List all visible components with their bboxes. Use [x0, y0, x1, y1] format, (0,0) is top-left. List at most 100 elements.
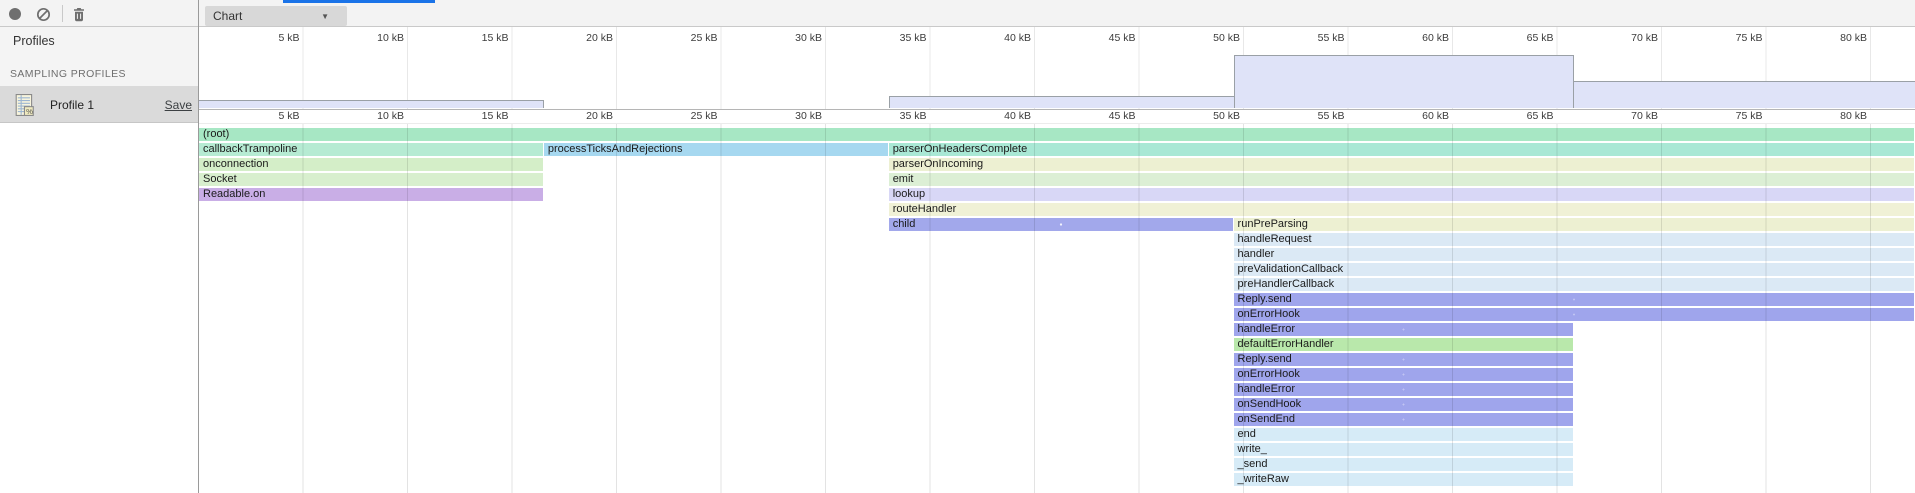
- flame-bar[interactable]: Readable.on: [199, 188, 543, 201]
- flame-bar-label: write_: [1238, 443, 1267, 455]
- flame-bar-label: preValidationCallback: [1238, 263, 1344, 275]
- flame-bar-label: handleError: [1238, 323, 1295, 335]
- svg-text:%: %: [26, 107, 33, 116]
- flame-bar[interactable]: Socket: [199, 173, 543, 186]
- profile-icon: %: [14, 94, 36, 116]
- flame-bar[interactable]: onErrorHook: [1234, 368, 1574, 381]
- flame-chart: (root) callbackTrampoline processTicksAndR…: [199, 124, 1915, 493]
- ruler-tick-label: 40 kB: [975, 32, 1031, 44]
- flame-bar-label: _writeRaw: [1238, 473, 1289, 485]
- ruler-tick-label: 30 kB: [766, 110, 822, 122]
- record-icon: [9, 8, 21, 20]
- flame-bar-label: lookup: [893, 188, 925, 200]
- ruler-tick-label: 65 kB: [1498, 110, 1554, 122]
- delete-profile-button[interactable]: [70, 5, 88, 23]
- flame-bar[interactable]: onErrorHook: [1234, 308, 1914, 321]
- trash-icon: [72, 7, 86, 22]
- ruler-tick-label: 55 kB: [1289, 32, 1345, 44]
- ruler-tick-label: 60 kB: [1393, 32, 1449, 44]
- flame-bar-label: Reply.send: [1238, 353, 1292, 365]
- ruler-tick-label: 20 kB: [557, 32, 613, 44]
- sampling-profiles-section-label: SAMPLING PROFILES: [10, 68, 126, 80]
- ruler-tick-label: 65 kB: [1498, 32, 1554, 44]
- flame-bar-label: child: [893, 218, 916, 230]
- ruler-tick-label: 70 kB: [1602, 32, 1658, 44]
- ruler-tick-label: 75 kB: [1707, 110, 1763, 122]
- memory-panel: Chart ▼ Profiles SAMPLING PROFILES % Pro…: [0, 0, 1915, 493]
- ruler-tick-label: 45 kB: [1080, 110, 1136, 122]
- profiles-sidebar: Profiles SAMPLING PROFILES % Profile 1 S…: [0, 27, 198, 493]
- flame-bar-label: end: [1238, 428, 1256, 440]
- flame-bar[interactable]: handleError: [1234, 323, 1574, 336]
- flame-bar[interactable]: defaultErrorHandler: [1234, 338, 1574, 351]
- flame-bar[interactable]: onconnection: [199, 158, 543, 171]
- sidebar-title: Profiles: [13, 34, 55, 48]
- flame-bar[interactable]: (root): [199, 128, 1914, 141]
- toolbar-separator: [62, 5, 63, 22]
- flame-bar[interactable]: end: [1234, 428, 1574, 441]
- ruler-tick-label: 60 kB: [1393, 110, 1449, 122]
- flame-bar-label: Readable.on: [203, 188, 265, 200]
- flame-bar[interactable]: preHandlerCallback: [1234, 278, 1914, 291]
- flame-bar[interactable]: onSendEnd: [1234, 413, 1574, 426]
- flame-bar[interactable]: routeHandler: [889, 203, 1914, 216]
- record-button[interactable]: [6, 5, 24, 23]
- ruler-tick-label: 40 kB: [975, 110, 1031, 122]
- active-tab-indicator: [283, 0, 435, 3]
- flame-bar-label: (root): [203, 128, 229, 140]
- allocation-overview[interactable]: 5 kB10 kB15 kB20 kB25 kB30 kB35 kB40 kB4…: [199, 27, 1915, 110]
- flame-bar[interactable]: processTicksAndRejections: [544, 143, 888, 156]
- ruler-tick-label: 35 kB: [871, 32, 927, 44]
- pane-divider[interactable]: [198, 0, 199, 493]
- flame-bar-label: _send: [1238, 458, 1268, 470]
- flame-bar-label: emit: [893, 173, 914, 185]
- flame-bar-label: onErrorHook: [1238, 308, 1300, 320]
- flame-bar-label: onconnection: [203, 158, 268, 170]
- flame-bar-label: parserOnIncoming: [893, 158, 984, 170]
- overview-area-segment: [889, 96, 1234, 108]
- flame-bar[interactable]: handleRequest: [1234, 233, 1914, 246]
- ruler-tick-label: 15 kB: [453, 110, 509, 122]
- sidebar-item-profile-1[interactable]: % Profile 1 Save: [0, 86, 198, 123]
- overview-area-segment: [1574, 81, 1915, 108]
- flame-bar[interactable]: runPreParsing: [1234, 218, 1914, 231]
- flame-bar-label: processTicksAndRejections: [548, 143, 683, 155]
- flame-bar[interactable]: preValidationCallback: [1234, 263, 1914, 276]
- flame-bar[interactable]: callbackTrampoline: [199, 143, 543, 156]
- flame-bar-label: Reply.send: [1238, 293, 1292, 305]
- flame-chart-ruler: 5 kB10 kB15 kB20 kB25 kB30 kB35 kB40 kB4…: [199, 110, 1915, 124]
- ruler-tick-label: 50 kB: [1184, 32, 1240, 44]
- flame-bar-label: runPreParsing: [1238, 218, 1308, 230]
- flame-bar[interactable]: onSendHook: [1234, 398, 1574, 411]
- flame-bar[interactable]: _writeRaw: [1234, 473, 1574, 486]
- block-icon: [36, 7, 51, 22]
- ruler-tick-label: 15 kB: [453, 32, 509, 44]
- ruler-tick-label: 70 kB: [1602, 110, 1658, 122]
- flame-bar-label: callbackTrampoline: [203, 143, 297, 155]
- ruler-tick-label: 10 kB: [348, 32, 404, 44]
- flame-bar[interactable]: write_: [1234, 443, 1574, 456]
- flame-bar[interactable]: lookup: [889, 188, 1914, 201]
- ruler-tick-label: 5 kB: [244, 32, 300, 44]
- flame-bar-label: handleError: [1238, 383, 1295, 395]
- view-mode-select[interactable]: Chart ▼: [205, 6, 347, 26]
- clear-all-button[interactable]: [34, 5, 52, 23]
- flame-bar[interactable]: child: [889, 218, 1233, 231]
- profile-name: Profile 1: [50, 98, 94, 112]
- flame-bar[interactable]: parserOnIncoming: [889, 158, 1914, 171]
- save-link[interactable]: Save: [165, 98, 192, 112]
- flame-bar[interactable]: handleError: [1234, 383, 1574, 396]
- chevron-down-icon: ▼: [321, 12, 329, 21]
- flame-bar[interactable]: Reply.send: [1234, 293, 1914, 306]
- ruler-tick-label: 25 kB: [662, 32, 718, 44]
- flame-bar-label: handler: [1238, 248, 1275, 260]
- flame-bar[interactable]: parserOnHeadersComplete: [889, 143, 1914, 156]
- overview-area-segment: [1234, 55, 1575, 108]
- ruler-tick-label: 80 kB: [1811, 110, 1867, 122]
- flame-bar[interactable]: emit: [889, 173, 1914, 186]
- ruler-tick-label: 30 kB: [766, 32, 822, 44]
- flame-bar[interactable]: handler: [1234, 248, 1914, 261]
- ruler-tick-label: 75 kB: [1707, 32, 1763, 44]
- flame-bar[interactable]: Reply.send: [1234, 353, 1574, 366]
- flame-bar[interactable]: _send: [1234, 458, 1574, 471]
